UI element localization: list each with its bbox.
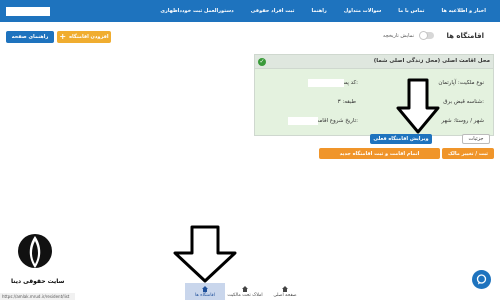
home-icon (282, 285, 288, 292)
building-id-label: شناسه قبض برق: (443, 99, 484, 105)
logo[interactable] (6, 7, 50, 16)
postal-code-value (308, 79, 344, 87)
plus-icon: + (59, 32, 67, 41)
edit-residence-button[interactable]: ویرایش اقامتگاه فعلی (370, 134, 432, 144)
add-residence-button[interactable]: + افزودن اقامتگاه (57, 31, 111, 43)
chat-icon (476, 274, 487, 285)
home-icon (202, 285, 208, 292)
residence-card-title: محل اقامت اصلی (محل زندگی اصلی شما) (373, 58, 490, 64)
brand-logo (18, 234, 52, 268)
start-date-label: تاریخ شروع اقامت: (313, 118, 358, 124)
bottom-nav-owned-properties[interactable]: املاک تحت مالکیت (225, 283, 265, 300)
nav-item-guide[interactable]: راهنما (311, 8, 326, 14)
nav-item-news[interactable]: اخبار و اطلاعیه ها (442, 8, 487, 14)
end-residence-button[interactable]: اتمام اقامت و ثبت اقامتگاه جدید (319, 148, 440, 159)
status-bar-url: https://amlak.mrud.ir/resident/list (0, 293, 75, 300)
start-date-value (288, 117, 318, 125)
nav-item-faq[interactable]: سوالات متداول (344, 8, 381, 14)
nav-item-instructions[interactable]: دستورالعمل ثبت خودداظهاری (160, 8, 233, 14)
check-icon: ✓ (258, 58, 266, 66)
add-residence-label: افزودن اقامتگاه (69, 34, 109, 40)
arrow-down-icon (173, 225, 237, 283)
brand-text: سایت حقوقی دینا (11, 278, 65, 285)
home-icon (242, 285, 248, 292)
page-help-button[interactable]: راهنمای صفحه (6, 31, 54, 43)
chat-button[interactable] (472, 270, 491, 289)
nav-item-contact[interactable]: تماس با ما (398, 8, 424, 14)
page-title: اقامتگاه ها (446, 32, 484, 40)
ownership-type: نوع ملکیت: آپارتمان (438, 80, 484, 86)
history-toggle-knob[interactable] (419, 31, 428, 40)
bottom-nav: صفحه اصلی املاک تحت مالکیت اقامتگاه ها (185, 283, 305, 300)
change-owner-button[interactable]: ثبت / تغییر مالک (442, 148, 494, 159)
bottom-nav-owned-label: املاک تحت مالکیت (227, 292, 263, 298)
bottom-nav-home[interactable]: صفحه اصلی (265, 283, 305, 300)
arrow-down-icon (396, 78, 440, 134)
history-toggle-label: نمایش تاریخچه (382, 33, 414, 39)
bottom-nav-residences[interactable]: اقامتگاه ها (185, 283, 225, 300)
bottom-nav-home-label: صفحه اصلی (273, 292, 297, 298)
bottom-nav-residences-label: اقامتگاه ها (195, 292, 215, 298)
nav-item-legal[interactable]: ثبت افراد حقوقی (251, 8, 295, 14)
floor-label: طبقه: ۳ (337, 99, 356, 105)
details-button[interactable]: جزئیات (462, 134, 490, 144)
city-label: شهر / روستا: شهر (441, 118, 484, 124)
nav-menu: اخبار و اطلاعیه ها تماس با ما سوالات متد… (160, 0, 486, 22)
